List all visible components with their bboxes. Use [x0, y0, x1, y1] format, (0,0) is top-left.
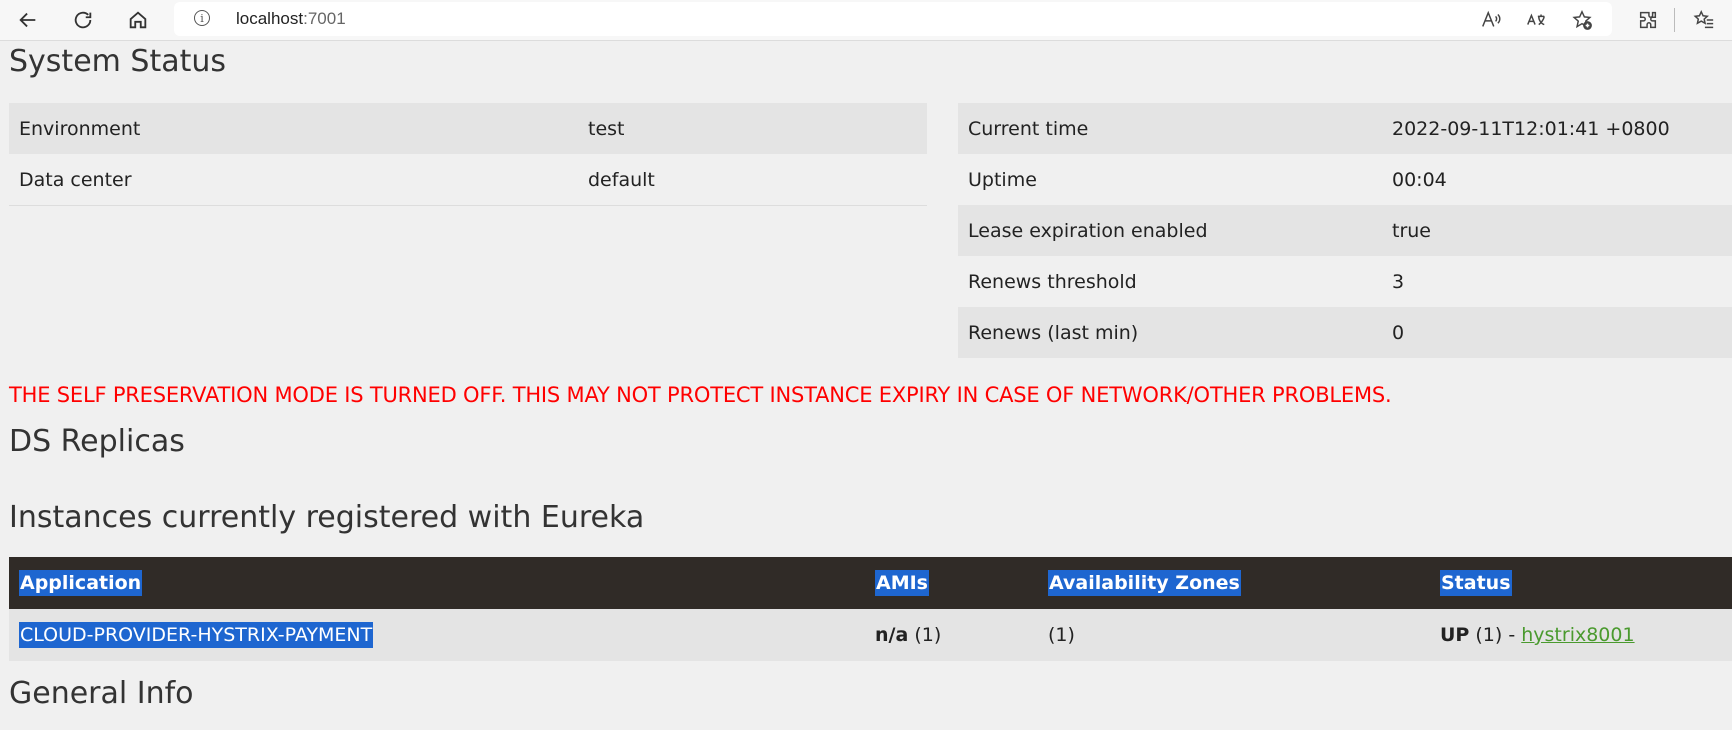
status-value: 00:04: [1382, 154, 1732, 205]
column-header-application: Application: [19, 570, 143, 596]
table-row: Renews threshold 3: [958, 256, 1732, 307]
translate-icon[interactable]: [1522, 6, 1550, 34]
url-port: :7001: [303, 9, 346, 28]
table-header-row: Application AMIs Availability Zones Stat…: [9, 557, 1732, 609]
zones-value: (1): [1038, 609, 1430, 661]
instances-table: Application AMIs Availability Zones Stat…: [9, 557, 1732, 661]
amis-value: n/a: [875, 624, 909, 646]
status-label: Lease expiration enabled: [958, 205, 1382, 256]
table-row: Data center default: [9, 154, 927, 206]
ds-replicas-heading: DS Replicas: [9, 424, 185, 459]
status-label: Renews (last min): [958, 307, 1382, 358]
status-label: Renews threshold: [958, 256, 1382, 307]
column-header-status: Status: [1440, 570, 1512, 596]
table-row: Renews (last min) 0: [958, 307, 1732, 358]
status-count: (1) -: [1469, 624, 1522, 646]
column-header-zones: Availability Zones: [1048, 570, 1241, 596]
amis-count: (1): [908, 624, 942, 646]
status-value: UP: [1440, 624, 1470, 646]
status-value: 2022-09-11T12:01:41 +0800: [1382, 103, 1732, 154]
favorites-icon[interactable]: [1690, 6, 1718, 34]
status-value: 0: [1382, 307, 1732, 358]
status-value: test: [578, 103, 927, 154]
general-info-heading: General Info: [9, 676, 194, 711]
eureka-page: System Status Environment test Data cent…: [0, 40, 1732, 730]
status-label: Uptime: [958, 154, 1382, 205]
system-status-right-table: Current time 2022-09-11T12:01:41 +0800 U…: [958, 103, 1732, 358]
instances-heading: Instances currently registered with Eure…: [9, 500, 645, 535]
system-status-heading: System Status: [9, 44, 227, 79]
table-row: Current time 2022-09-11T12:01:41 +0800: [958, 103, 1732, 154]
status-label: Data center: [9, 154, 578, 206]
table-row: Lease expiration enabled true: [958, 205, 1732, 256]
table-row: Environment test: [9, 103, 927, 154]
refresh-icon[interactable]: [67, 4, 99, 36]
url-host: localhost: [236, 9, 304, 28]
extensions-icon[interactable]: [1634, 6, 1662, 34]
info-icon[interactable]: i: [194, 10, 210, 26]
instance-link[interactable]: hystrix8001: [1521, 624, 1634, 646]
add-favorite-icon[interactable]: [1568, 6, 1596, 34]
home-icon[interactable]: [122, 4, 154, 36]
table-row: Uptime 00:04: [958, 154, 1732, 205]
back-icon[interactable]: [12, 4, 44, 36]
status-value: default: [578, 154, 927, 206]
read-aloud-icon[interactable]: [1477, 6, 1505, 34]
url-text[interactable]: localhost:7001: [236, 9, 346, 29]
column-header-amis: AMIs: [875, 570, 929, 596]
address-bar[interactable]: i localhost:7001: [174, 2, 1612, 36]
status-value: true: [1382, 205, 1732, 256]
system-status-left-table: Environment test Data center default: [9, 103, 927, 206]
status-value: 3: [1382, 256, 1732, 307]
status-label: Current time: [958, 103, 1382, 154]
table-row: CLOUD-PROVIDER-HYSTRIX-PAYMENT n/a (1) (…: [9, 609, 1732, 661]
status-label: Environment: [9, 103, 578, 154]
browser-toolbar: i localhost:7001: [0, 0, 1732, 41]
application-name: CLOUD-PROVIDER-HYSTRIX-PAYMENT: [19, 622, 374, 648]
self-preservation-warning: THE SELF PRESERVATION MODE IS TURNED OFF…: [9, 383, 1392, 407]
toolbar-separator: [1674, 8, 1675, 32]
